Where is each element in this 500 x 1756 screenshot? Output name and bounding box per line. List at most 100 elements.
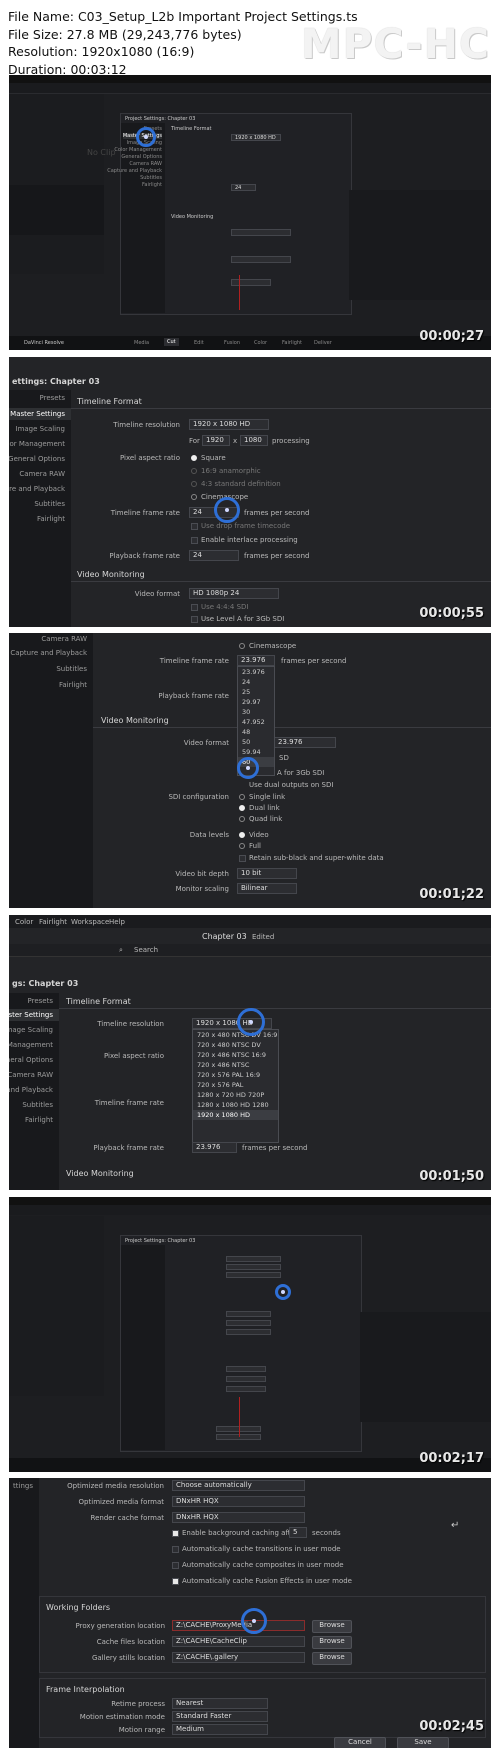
- sidebar-camera-raw[interactable]: Camera RAW: [41, 635, 87, 643]
- setting-field[interactable]: [226, 1320, 271, 1326]
- page-fairlight[interactable]: Fairlight: [282, 340, 302, 346]
- monitor-scaling-select[interactable]: Bilinear: [237, 883, 297, 894]
- video-format-select[interactable]: 23.976: [274, 737, 336, 748]
- render-cache-select[interactable]: DNxHR HQX: [172, 1512, 305, 1523]
- playback-rate-select[interactable]: 24: [189, 550, 239, 561]
- sidebar-camera-raw[interactable]: Camera RAW: [9, 1071, 53, 1079]
- menu-color[interactable]: Color: [15, 918, 33, 926]
- fps-option[interactable]: 59.94: [238, 747, 274, 757]
- menu-workspace[interactable]: Workspace: [71, 918, 109, 926]
- sidebar-camera-raw[interactable]: Camera RAW: [19, 470, 65, 478]
- proxy-field[interactable]: Z:\CACHE\ProxyMedia: [172, 1620, 305, 1631]
- res-option[interactable]: 1280 x 720 HD 720P: [193, 1090, 278, 1100]
- optimized-format-select[interactable]: DNxHR HQX: [172, 1496, 305, 1507]
- setting-field[interactable]: [226, 1311, 271, 1317]
- sidebar-settings[interactable]: ttings: [13, 1482, 33, 1490]
- radio-anamorphic[interactable]: [191, 468, 197, 474]
- setting-field[interactable]: [226, 1264, 281, 1270]
- optimized-res-select[interactable]: Choose automatically: [172, 1480, 305, 1491]
- use-level-a-checkbox[interactable]: [191, 616, 198, 623]
- sidebar-color-management[interactable]: Management: [9, 1041, 53, 1049]
- bit-depth-select[interactable]: [231, 279, 271, 286]
- video-format-select[interactable]: [231, 229, 291, 236]
- fps-option[interactable]: 24: [238, 677, 274, 687]
- video-format-select[interactable]: HD 1080p 24: [189, 588, 279, 599]
- gallery-browse-button[interactable]: Browse: [312, 1652, 352, 1665]
- sidebar-fairlight[interactable]: Fairlight: [25, 1116, 53, 1124]
- retime-select[interactable]: Nearest: [172, 1698, 268, 1709]
- sidebar-general-options[interactable]: neral Options: [9, 1056, 53, 1064]
- width-field[interactable]: 1920: [202, 435, 230, 446]
- proxy-browse-button[interactable]: Browse: [312, 1620, 352, 1633]
- res-option[interactable]: 720 x 480 NTSC DV 16:9: [193, 1030, 278, 1040]
- sidebar-capture-playback[interactable]: and Playback: [9, 1086, 53, 1094]
- setting-field[interactable]: [226, 1376, 266, 1382]
- save-button[interactable]: Save: [397, 1737, 449, 1748]
- sidebar-master-settings[interactable]: Master Settings: [9, 408, 71, 420]
- sidebar-capture-playback[interactable]: Capture and Playback: [107, 168, 162, 174]
- sidebar-capture-playback[interactable]: Capture and Playback: [10, 649, 87, 657]
- frame-rate-field[interactable]: 24: [231, 184, 256, 191]
- fps-option[interactable]: 23.976: [238, 667, 274, 677]
- page-deliver[interactable]: Deliver: [314, 340, 332, 346]
- page-color[interactable]: Color: [254, 340, 267, 346]
- res-option[interactable]: 720 x 486 NTSC 16:9: [193, 1050, 278, 1060]
- return-icon[interactable]: ↵: [451, 1520, 459, 1531]
- search-icon[interactable]: ⌕: [119, 946, 123, 955]
- auto-composites-checkbox[interactable]: [172, 1562, 179, 1569]
- res-option-selected[interactable]: 1920 x 1080 HD: [193, 1110, 278, 1120]
- sidebar-presets[interactable]: Presets: [28, 997, 53, 1005]
- sidebar-presets[interactable]: Presets: [40, 394, 65, 402]
- sidebar-image-scaling[interactable]: mage Scaling: [9, 1026, 53, 1034]
- sidebar-fairlight[interactable]: Fairlight: [37, 515, 65, 523]
- fps-option[interactable]: 48: [238, 727, 274, 737]
- fps-option[interactable]: 25: [238, 687, 274, 697]
- gallery-field[interactable]: Z:\CACHE\.gallery: [172, 1652, 305, 1663]
- page-media[interactable]: Media: [134, 340, 149, 346]
- setting-field[interactable]: [226, 1386, 266, 1392]
- sidebar-color-management[interactable]: Color Management: [114, 147, 162, 153]
- sidebar-color-management[interactable]: Color Management: [9, 440, 65, 448]
- timeline-frame-rate-select[interactable]: 23.976: [237, 655, 275, 666]
- radio-single-link[interactable]: [239, 794, 245, 800]
- height-field[interactable]: 1080: [240, 435, 268, 446]
- radio-cinemascope[interactable]: [191, 494, 197, 500]
- page-cut[interactable]: Cut: [164, 338, 179, 346]
- fps-option[interactable]: 30: [238, 707, 274, 717]
- interlace-checkbox[interactable]: [191, 537, 198, 544]
- sidebar-fairlight[interactable]: Fairlight: [59, 681, 87, 689]
- radio-video[interactable]: [239, 832, 245, 838]
- menu-help[interactable]: Help: [109, 918, 125, 926]
- sidebar-master-settings[interactable]: aster Settings: [9, 1009, 59, 1021]
- setting-field[interactable]: [226, 1272, 281, 1278]
- cancel-button[interactable]: Cancel: [334, 1737, 386, 1748]
- radio-square[interactable]: [191, 455, 197, 461]
- res-option[interactable]: 720 x 576 PAL 16:9: [193, 1070, 278, 1080]
- sidebar-general-options[interactable]: General Options: [121, 154, 162, 160]
- timeline-resolution-select[interactable]: 1920 x 1080 HD: [189, 419, 269, 430]
- auto-overwrite-checkbox[interactable]: [172, 1546, 179, 1553]
- sidebar-subtitles[interactable]: Subtitles: [56, 665, 87, 673]
- playback-rate-select[interactable]: 23.976: [192, 1142, 237, 1153]
- res-option[interactable]: 720 x 480 NTSC DV: [193, 1040, 278, 1050]
- timeline-resolution-select[interactable]: 1920 x 1080 HD: [231, 134, 281, 141]
- radio-standard[interactable]: [191, 481, 197, 487]
- sidebar-subtitles[interactable]: Subtitles: [140, 175, 162, 181]
- res-option[interactable]: 720 x 486 NTSC: [193, 1060, 278, 1070]
- res-option[interactable]: 1280 x 1080 HD 1280: [193, 1100, 278, 1110]
- motion-range-select[interactable]: Medium: [172, 1724, 268, 1735]
- use-444-checkbox[interactable]: [191, 604, 198, 611]
- bg-seconds-field[interactable]: 5: [289, 1527, 307, 1538]
- res-option[interactable]: 720 x 576 PAL: [193, 1080, 278, 1090]
- page-edit[interactable]: Edit: [194, 340, 204, 346]
- setting-field[interactable]: [226, 1366, 266, 1372]
- sidebar-subtitles[interactable]: Subtitles: [22, 1101, 53, 1109]
- setting-field[interactable]: [226, 1256, 281, 1262]
- sidebar-camera-raw[interactable]: Camera RAW: [129, 161, 162, 167]
- fps-option[interactable]: 29.97: [238, 697, 274, 707]
- menu-fairlight[interactable]: Fairlight: [39, 918, 67, 926]
- monitor-scaling-select[interactable]: [231, 256, 291, 263]
- sidebar-fairlight[interactable]: Fairlight: [142, 182, 162, 188]
- drop-frame-checkbox[interactable]: [191, 523, 198, 530]
- sidebar-image-scaling[interactable]: Image Scaling: [16, 425, 66, 433]
